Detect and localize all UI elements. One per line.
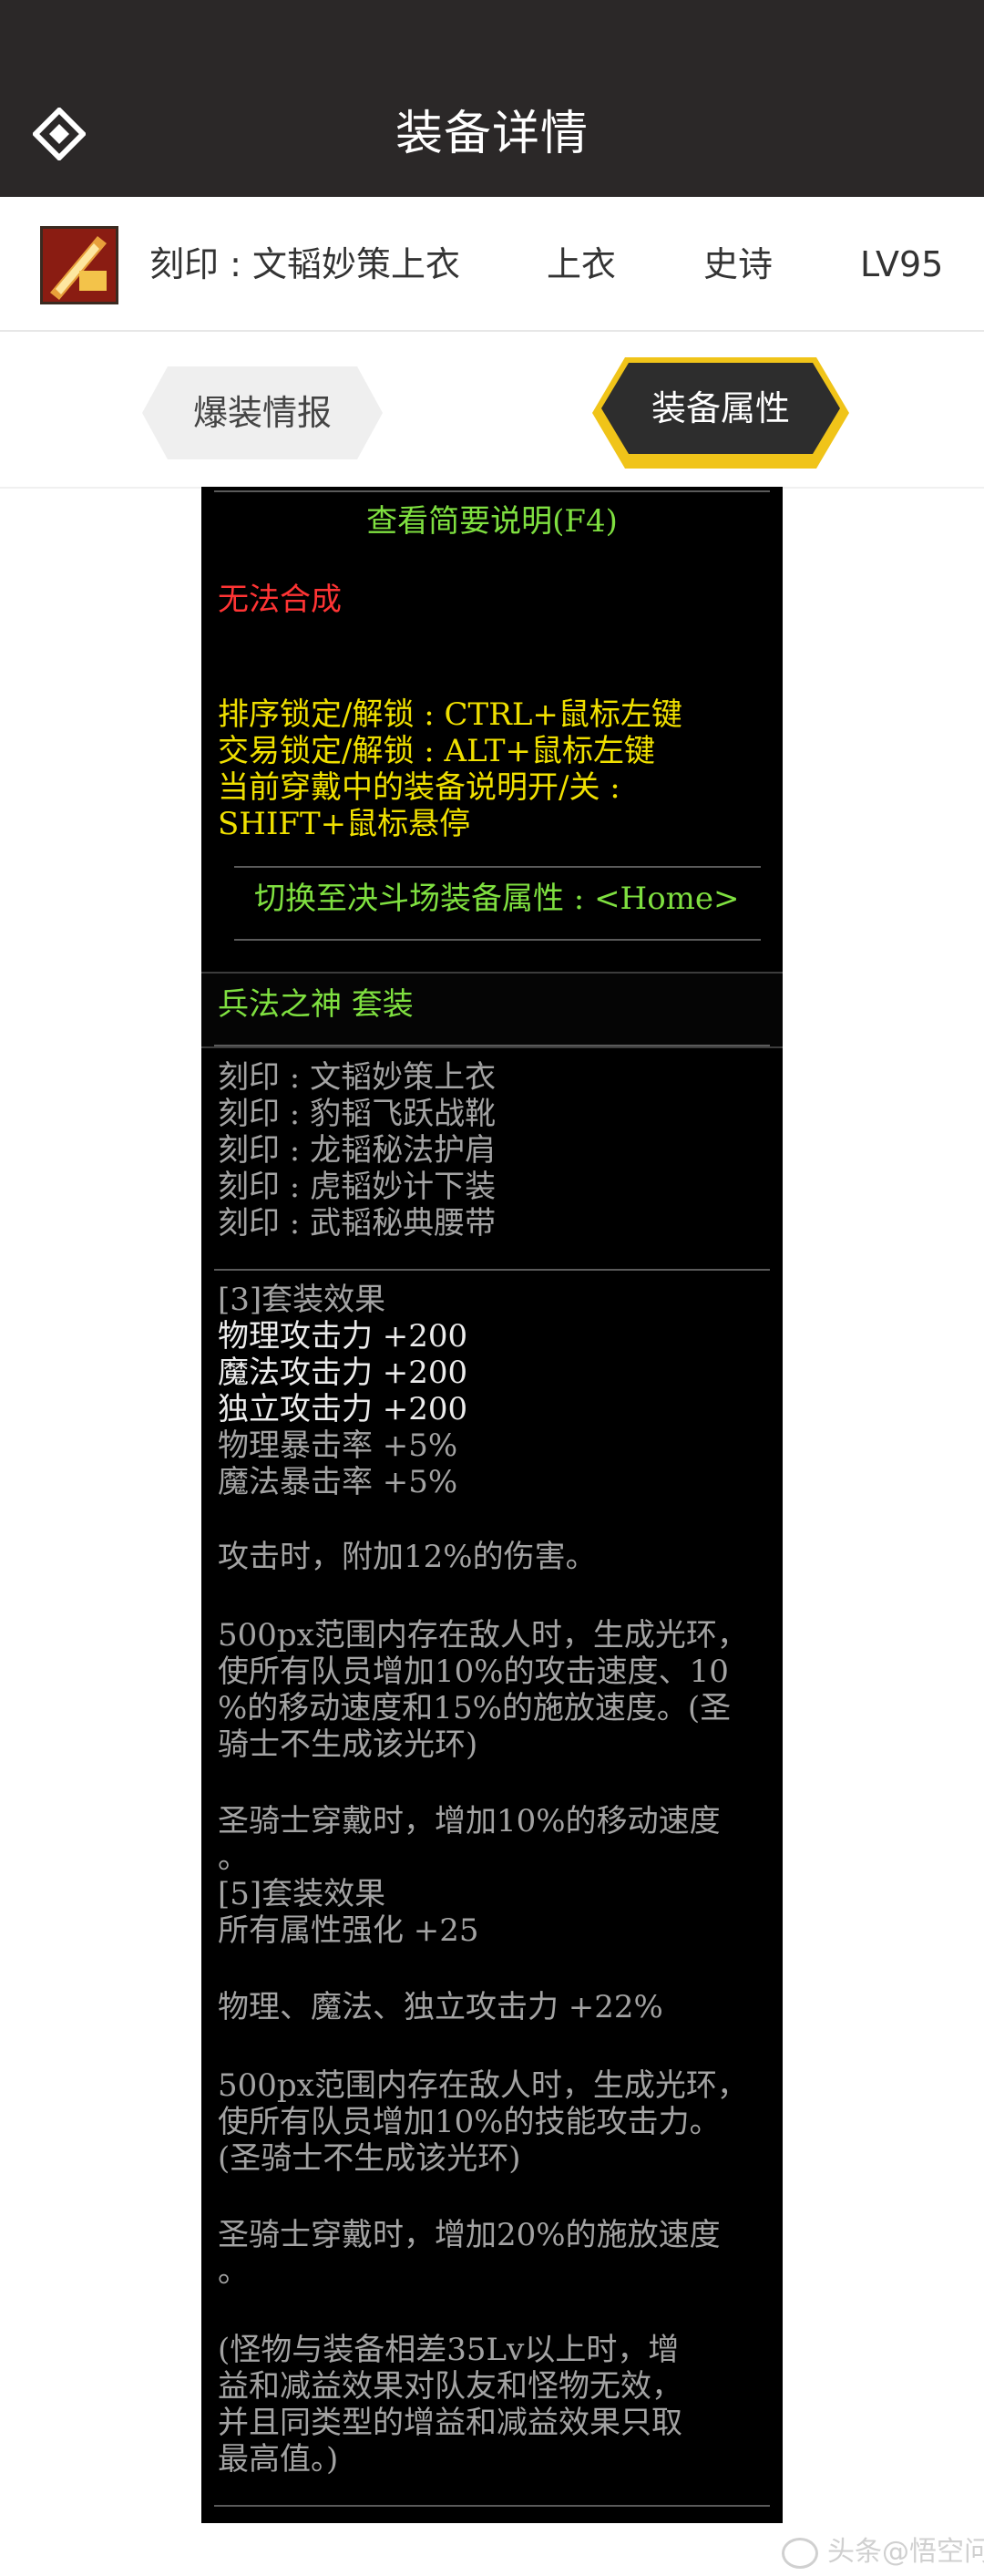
set-item: 刻印 : 文韬妙策上衣 xyxy=(218,1059,497,1096)
equipment-tooltip-image: 查看简要说明(F4) 无法合成 排序锁定/解锁 : CTRL+鼠标左键 交易锁定… xyxy=(201,487,783,2523)
effect3-title: [3]套装效果 xyxy=(218,1282,386,1318)
set-item: 刻印 : 武韬秘典腰带 xyxy=(218,1205,497,1242)
page-title: 装备详情 xyxy=(395,107,589,161)
note-line: (怪物与装备相差35Lv以上时，增 xyxy=(218,2332,680,2368)
tab-equipment-attributes-label: 装备属性 xyxy=(651,388,790,428)
tab-bar: 爆装情报 装备属性 xyxy=(0,332,984,489)
cannot-combine-text: 无法合成 xyxy=(218,582,342,618)
effect3-stat: 物理攻击力 +200 xyxy=(218,1318,468,1355)
item-rarity: 史诗 xyxy=(703,244,774,284)
watermark: 头条@悟空问答 xyxy=(782,2529,984,2569)
divider xyxy=(214,490,770,492)
set-name: 兵法之神 套装 xyxy=(218,986,414,1023)
effect5-paladin-line: 。 xyxy=(218,2253,249,2290)
divider xyxy=(214,2505,770,2507)
watermark-text: 头条@悟空问答 xyxy=(827,2536,984,2568)
effect3-aura-line: %的移动速度和15%的施放速度。(圣 xyxy=(218,1690,732,1726)
effect3-aura-line: 骑士不生成该光环) xyxy=(218,1726,478,1763)
set-item: 刻印 : 龙韬秘法护肩 xyxy=(218,1132,497,1169)
note-line: 并且同类型的增益和减益效果只取 xyxy=(218,2405,682,2441)
note-line: 最高值。) xyxy=(218,2441,339,2478)
lock-hint-line: 交易锁定/解锁 : ALT+鼠标左键 xyxy=(218,733,656,769)
effect5-aura-line: 500px范围内存在敌人时，生成光环， xyxy=(218,2067,748,2104)
summary-link[interactable]: 查看简要说明(F4) xyxy=(201,503,783,540)
item-slot: 上衣 xyxy=(547,244,617,284)
tab-drop-info-label: 爆装情报 xyxy=(192,393,332,433)
item-thumbnail-icon xyxy=(40,226,118,304)
effect5-aura-line: (圣骑士不生成该光环) xyxy=(218,2140,521,2177)
tab-equipment-attributes[interactable]: 装备属性 xyxy=(592,357,849,469)
effect5-all-stat: 所有属性强化 +25 xyxy=(218,1912,479,1949)
item-summary-row: 刻印 : 文韬妙策上衣 上衣 史诗 LV95 xyxy=(0,197,984,332)
effect5-title: [5]套装效果 xyxy=(218,1876,386,1912)
speech-bubble-icon xyxy=(782,2537,818,2569)
effect3-attack-bonus: 攻击时，附加12%的伤害。 xyxy=(218,1539,597,1575)
divider xyxy=(234,939,761,941)
note-line: 益和减益效果对队友和怪物无效， xyxy=(218,2368,682,2405)
tab-drop-info[interactable]: 爆装情报 xyxy=(142,366,383,459)
set-item: 刻印 : 豹韬飞跃战靴 xyxy=(218,1096,497,1132)
lock-hint-line: SHIFT+鼠标悬停 xyxy=(218,806,471,842)
lock-hint-line: 排序锁定/解锁 : CTRL+鼠标左键 xyxy=(218,696,682,733)
switch-arena-attributes: 切换至决斗场装备属性 : <Home> xyxy=(254,881,740,917)
divider xyxy=(214,1045,770,1046)
effect3-crit: 物理暴击率 +5% xyxy=(218,1427,458,1464)
effect3-paladin-line: 。 xyxy=(218,1839,249,1876)
divider xyxy=(214,1269,770,1271)
effect3-crit: 魔法暴击率 +5% xyxy=(218,1464,458,1500)
effect3-stat: 魔法攻击力 +200 xyxy=(218,1355,468,1391)
top-app-bar: 装备详情 xyxy=(0,0,984,197)
effect3-aura-line: 500px范围内存在敌人时，生成光环， xyxy=(218,1617,748,1654)
divider xyxy=(234,866,761,868)
effect3-paladin-line: 圣骑士穿戴时，增加10%的移动速度 xyxy=(218,1803,721,1839)
effect5-attack-bonus: 物理、魔法、独立攻击力 +22% xyxy=(218,1989,663,2025)
effect3-aura-line: 使所有队员增加10%的攻击速度、10 xyxy=(218,1654,729,1690)
item-name: 刻印 : 文韬妙策上衣 xyxy=(149,244,460,284)
item-level: LV95 xyxy=(860,244,944,284)
lock-hint-line: 当前穿戴中的装备说明开/关 : xyxy=(218,769,620,806)
effect5-paladin-line: 圣骑士穿戴时，增加20%的施放速度 xyxy=(218,2217,721,2253)
effect5-aura-line: 使所有队员增加10%的技能攻击力。 xyxy=(218,2104,721,2140)
set-item: 刻印 : 虎韬妙计下装 xyxy=(218,1169,497,1205)
effect3-stat: 独立攻击力 +200 xyxy=(218,1391,468,1427)
